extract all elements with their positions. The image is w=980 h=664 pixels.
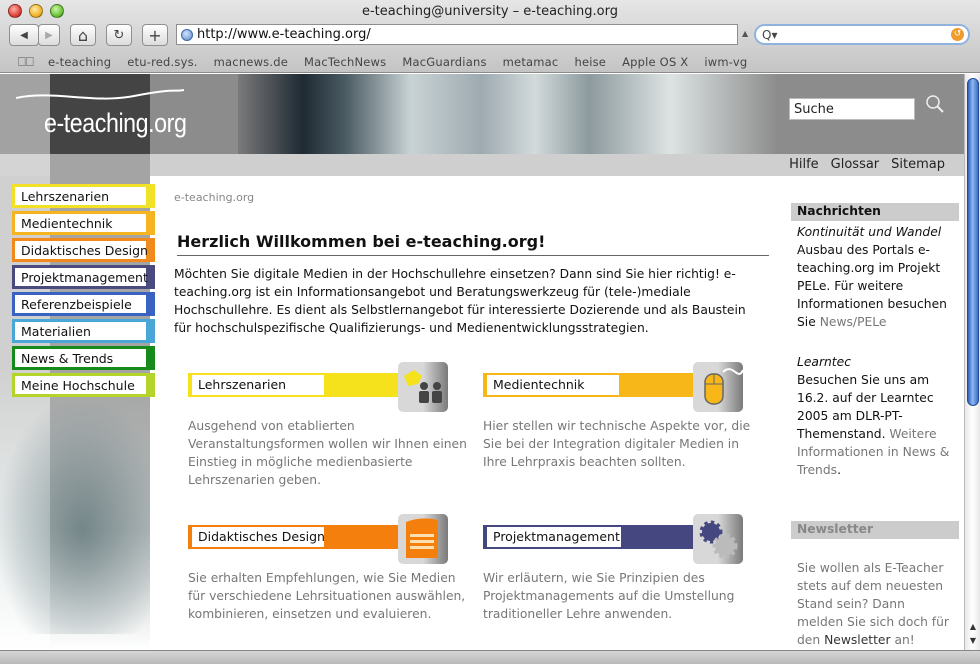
teaser-header[interactable]: Projektmanagement: [483, 514, 763, 564]
status-bar: [0, 650, 980, 664]
url-dropdown-icon[interactable]: ▲: [742, 29, 748, 38]
bookmarks-book-icon[interactable]: ⎕⎕: [18, 55, 34, 70]
teaser-header[interactable]: Lehrszenarien: [188, 362, 468, 412]
sidebar-item-didaktisches-design[interactable]: Didaktisches Design: [12, 238, 155, 262]
site-search-input[interactable]: Suche: [789, 98, 915, 120]
news-item: Learntec Besuchen Sie uns am 16.2. auf d…: [791, 351, 959, 481]
header-photo-banner: [238, 74, 778, 154]
teaser-header[interactable]: Didaktisches Design: [188, 514, 468, 564]
teaser-text: Wir erläutern, wie Sie Prinzipien des Pr…: [483, 571, 735, 621]
glossary-link[interactable]: Glossar: [831, 157, 880, 172]
gears-icon[interactable]: [693, 514, 743, 564]
home-icon: ⌂: [77, 25, 89, 45]
magnifier-icon[interactable]: [925, 94, 945, 114]
bookmark-item[interactable]: iwm-vg: [704, 55, 747, 69]
add-icon: +: [148, 25, 162, 45]
browser-toolbar: ◀ ▶ ⌂ ↻ + http://www.e-teaching.org/ ▲ Q…: [0, 23, 980, 47]
intro-text: Möchten Sie digitale Medien in der Hochs…: [174, 267, 746, 335]
page-title: Herzlich Willkommen bei e-teaching.org!: [177, 232, 769, 256]
news-item: Kontinuität und Wandel Ausbau des Portal…: [791, 221, 959, 333]
bookmark-item[interactable]: etu-red.sys.: [127, 55, 197, 69]
newsletter-link[interactable]: Newsletter: [824, 633, 890, 647]
scrollbar-thumb[interactable]: [967, 78, 979, 406]
news-item-link[interactable]: News/PELe: [820, 315, 887, 329]
sidebar-nav: Lehrszenarien Medientechnik Didaktisches…: [12, 184, 155, 400]
snapback-icon[interactable]: ↺: [951, 28, 964, 41]
logo-swoosh-icon: [15, 89, 185, 100]
bookmark-item[interactable]: MacTechNews: [304, 55, 386, 69]
help-link[interactable]: Hilfe: [789, 157, 819, 172]
forward-button[interactable]: ▶: [38, 24, 60, 46]
bookmarks-bar: ⎕⎕ e-teaching etu-red.sys. macnews.de Ma…: [0, 51, 980, 73]
teaser-text: Sie erhalten Empfehlungen, wie Sie Medie…: [188, 571, 466, 621]
sidebar-item-meine-hochschule[interactable]: Meine Hochschule: [12, 373, 155, 397]
news-item-title: Kontinuität und Wandel: [797, 225, 942, 239]
teaser-didaktisches-design: Didaktisches Design Sie erhalten Empfehl…: [188, 514, 468, 623]
site-icon: [181, 29, 193, 41]
url-text: http://www.e-teaching.org/: [197, 27, 371, 42]
site-logo[interactable]: e-teaching.org: [44, 108, 187, 139]
vertical-scrollbar[interactable]: ▲ ▼: [964, 74, 980, 650]
search-icon: Q▾: [762, 27, 778, 42]
bookmark-item[interactable]: MacGuardians: [402, 55, 486, 69]
window-title: e-teaching@university – e-teaching.org: [361, 4, 618, 19]
scroll-up-icon[interactable]: ▲: [967, 620, 979, 634]
teaser-title[interactable]: Medientechnik: [485, 373, 621, 397]
browser-search-field[interactable]: Q▾ ↺: [754, 24, 970, 45]
news-item-title: Learntec: [797, 355, 851, 369]
site-header: e-teaching.org Suche: [0, 74, 964, 154]
newsletter-heading: Newsletter: [791, 521, 959, 539]
teaser-title[interactable]: Didaktisches Design: [190, 525, 326, 549]
sitemap-link[interactable]: Sitemap: [891, 157, 945, 172]
forward-icon: ▶: [45, 29, 53, 41]
address-bar[interactable]: http://www.e-teaching.org/: [176, 24, 738, 45]
news-sidebar: Nachrichten Kontinuität und Wandel Ausba…: [791, 203, 959, 650]
teaser-lehrszenarien: Lehrszenarien Ausgehend von etablierten …: [188, 362, 468, 489]
sidebar-item-materialien[interactable]: Materialien: [12, 319, 155, 343]
teaser-header[interactable]: Medientechnik: [483, 362, 763, 412]
sidebar-item-medientechnik[interactable]: Medientechnik: [12, 211, 155, 235]
sidebar-photo: [0, 404, 150, 634]
back-icon: ◀: [20, 29, 28, 41]
teaser-title[interactable]: Projektmanagement: [485, 525, 623, 549]
bookmark-item[interactable]: e-teaching: [48, 55, 111, 69]
news-heading: Nachrichten: [791, 203, 959, 221]
sidebar-item-lehrszenarien[interactable]: Lehrszenarien: [12, 184, 155, 208]
bookmark-item[interactable]: Apple OS X: [622, 55, 688, 69]
teaser-title[interactable]: Lehrszenarien: [190, 373, 326, 397]
scroll-down-icon[interactable]: ▼: [967, 634, 979, 648]
browser-chrome: e-teaching@university – e-teaching.org ◀…: [0, 0, 980, 73]
bookmark-item[interactable]: heise: [574, 55, 606, 69]
utility-nav: Hilfe Glossar Sitemap: [0, 154, 964, 176]
teaser-text: Ausgehend von etablierten Veranstaltungs…: [188, 419, 467, 487]
bookmark-item[interactable]: macnews.de: [214, 55, 288, 69]
teaser-projektmanagement: Projektmanagement Wir erläutern, wie Sie…: [483, 514, 763, 623]
sidebar-item-projektmanagement[interactable]: Projektmanagement: [12, 265, 155, 289]
web-page: e-teaching.org Suche Hilfe Glossar Sitem…: [0, 74, 964, 650]
breadcrumb[interactable]: e-teaching.org: [174, 191, 254, 204]
newsletter-text: Sie wollen als E-Teacher stets auf dem n…: [791, 557, 959, 650]
add-bookmark-button[interactable]: +: [142, 24, 168, 46]
home-button[interactable]: ⌂: [70, 24, 96, 46]
sidebar-item-news-trends[interactable]: News & Trends: [12, 346, 155, 370]
teaser-text: Hier stellen wir technische Aspekte vor,…: [483, 419, 751, 469]
title-bar: e-teaching@university – e-teaching.org: [0, 0, 980, 22]
reload-button[interactable]: ↻: [106, 24, 132, 46]
news-item-tail: .: [837, 463, 841, 477]
document-icon[interactable]: [398, 514, 448, 564]
bookmark-item[interactable]: metamac: [503, 55, 559, 69]
mouse-icon[interactable]: [693, 362, 744, 412]
sidebar-item-referenzbeispiele[interactable]: Referenzbeispiele: [12, 292, 155, 316]
newsletter-tail: an!: [890, 633, 915, 647]
teaser-medientechnik: Medientechnik Hier stellen wir technisch…: [483, 362, 763, 471]
people-puzzle-icon[interactable]: [398, 362, 448, 412]
reload-icon: ↻: [113, 27, 125, 43]
back-button[interactable]: ◀: [9, 24, 39, 46]
